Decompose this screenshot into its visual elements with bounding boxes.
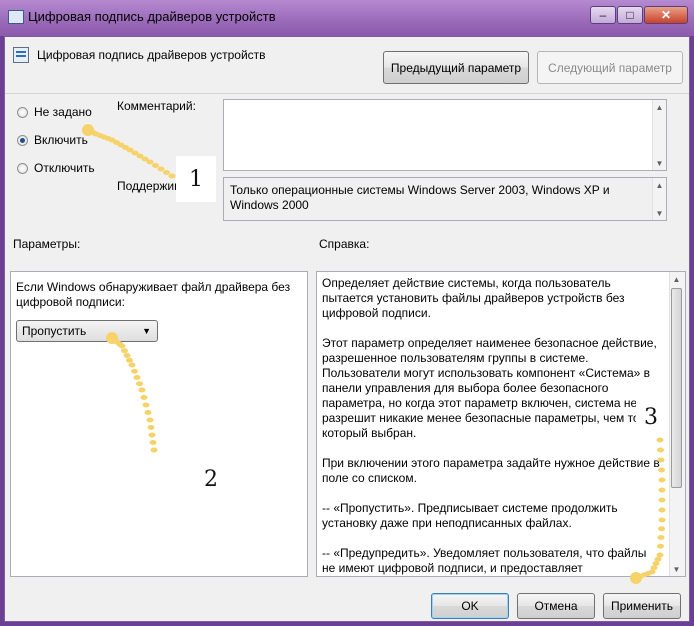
annotation-marker-1: 1	[176, 156, 216, 202]
ok-button[interactable]: OK	[431, 593, 509, 619]
help-heading: Справка:	[319, 237, 370, 251]
policy-title: Цифровая подпись драйверов устройств	[37, 48, 266, 62]
maximize-button[interactable]: □	[617, 6, 643, 24]
radio-label: Включить	[34, 133, 88, 147]
help-paragraph: При включении этого параметра задайте ну…	[322, 456, 660, 485]
scroll-down-icon[interactable]: ▼	[653, 156, 666, 170]
cancel-button[interactable]: Отмена	[517, 593, 595, 619]
action-dropdown[interactable]: Пропустить ▼	[16, 320, 158, 342]
supported-scrollbar[interactable]: ▲ ▼	[652, 178, 666, 220]
minimize-button[interactable]: –	[590, 6, 616, 24]
dialog-body: Цифровая подпись драйверов устройств Пре…	[4, 36, 690, 622]
policy-editor-window: Цифровая подпись драйверов устройств – □…	[0, 0, 694, 626]
previous-setting-button[interactable]: Предыдущий параметр	[383, 51, 529, 84]
dropdown-value: Пропустить	[22, 324, 87, 338]
radio-button[interactable]	[17, 162, 28, 174]
divider	[5, 93, 689, 94]
radio-not-configured[interactable]: Не задано	[17, 105, 92, 119]
radio-disabled[interactable]: Отключить	[17, 161, 95, 175]
scroll-thumb[interactable]	[671, 288, 682, 488]
scroll-up-icon[interactable]: ▲	[653, 178, 666, 192]
help-text: Определяет действие системы, когда польз…	[322, 276, 662, 576]
comment-scrollbar[interactable]: ▲ ▼	[652, 100, 666, 170]
apply-button[interactable]: Применить	[603, 593, 681, 619]
help-paragraph: -- «Предупредить». Уведомляет пользовате…	[322, 546, 647, 575]
annotation-marker-2: 2	[204, 466, 218, 492]
title-bar[interactable]: Цифровая подпись драйверов устройств – □…	[0, 0, 694, 36]
scroll-down-icon[interactable]: ▼	[653, 206, 666, 220]
comment-textarea[interactable]: ▲ ▼	[223, 99, 667, 171]
help-panel: Определяет действие системы, когда польз…	[316, 271, 686, 577]
scroll-up-icon[interactable]: ▲	[670, 272, 683, 286]
window-title: Цифровая подпись драйверов устройств	[28, 9, 276, 24]
radio-label: Отключить	[34, 161, 95, 175]
scroll-down-icon[interactable]: ▼	[670, 562, 683, 576]
comment-label: Комментарий:	[117, 99, 196, 113]
radio-button-checked[interactable]	[17, 134, 28, 146]
help-scrollbar[interactable]: ▲ ▼	[669, 272, 685, 576]
help-paragraph: Определяет действие системы, когда польз…	[322, 276, 625, 320]
annotation-marker-3: 3	[636, 398, 666, 436]
radio-enabled[interactable]: Включить	[17, 133, 88, 147]
close-button[interactable]: ✕	[644, 6, 688, 24]
supported-text: Только операционные системы Windows Serv…	[230, 183, 610, 212]
help-paragraph: Этот параметр определяет наименее безопа…	[322, 336, 657, 440]
params-heading: Параметры:	[13, 237, 81, 251]
params-description: Если Windows обнаруживает файл драйвера …	[16, 280, 291, 309]
radio-label: Не задано	[34, 105, 92, 119]
scroll-up-icon[interactable]: ▲	[653, 100, 666, 114]
params-panel: Если Windows обнаруживает файл драйвера …	[10, 271, 308, 577]
policy-icon	[13, 47, 29, 63]
next-setting-button[interactable]: Следующий параметр	[537, 51, 683, 84]
chevron-down-icon: ▼	[142, 326, 151, 336]
supported-field: Только операционные системы Windows Serv…	[223, 177, 667, 221]
radio-button[interactable]	[17, 106, 28, 118]
help-paragraph: -- «Пропустить». Предписывает системе пр…	[322, 501, 618, 530]
app-icon	[8, 10, 24, 24]
